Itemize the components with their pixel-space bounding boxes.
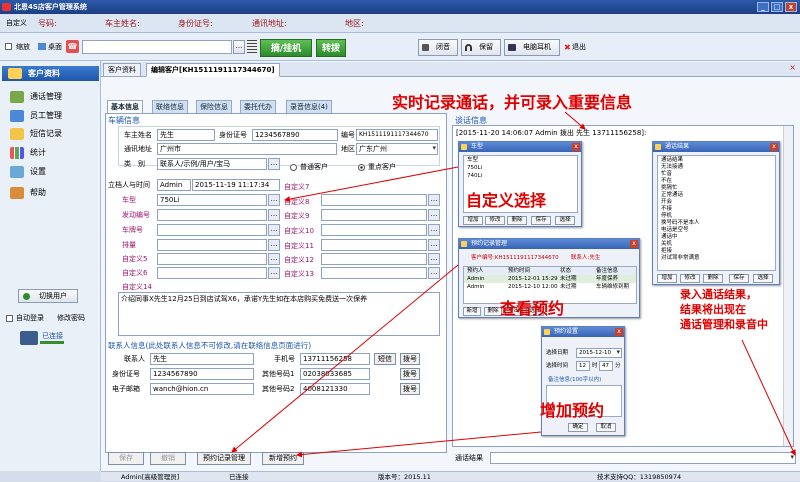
annotation-result-1: 录入通话结果，	[680, 288, 757, 301]
status-bar: Admin[高级管理员] 已连接 版本号：2015.11 技术支持QQ：1319…	[101, 471, 800, 481]
arrow-to-new-appt	[296, 431, 542, 458]
annotation-add-appt: 增加预约	[540, 401, 605, 420]
arrow-to-car-model	[284, 166, 459, 203]
arrow-to-call-log	[564, 111, 586, 130]
annotation-arrows	[231, 111, 796, 458]
annotation-custom-select: 自定义选择	[466, 191, 547, 210]
arrow-to-appt-records	[231, 264, 459, 453]
annotation-view-appt: 查看预约	[500, 299, 565, 318]
annotation-realtime: 实时记录通话，并可录入重要信息	[392, 93, 633, 112]
arrow-to-call-result	[741, 339, 796, 456]
annotation-result-3: 通话管理和录音中	[680, 318, 768, 331]
annotation-result-2: 结果将出现在	[680, 303, 746, 316]
